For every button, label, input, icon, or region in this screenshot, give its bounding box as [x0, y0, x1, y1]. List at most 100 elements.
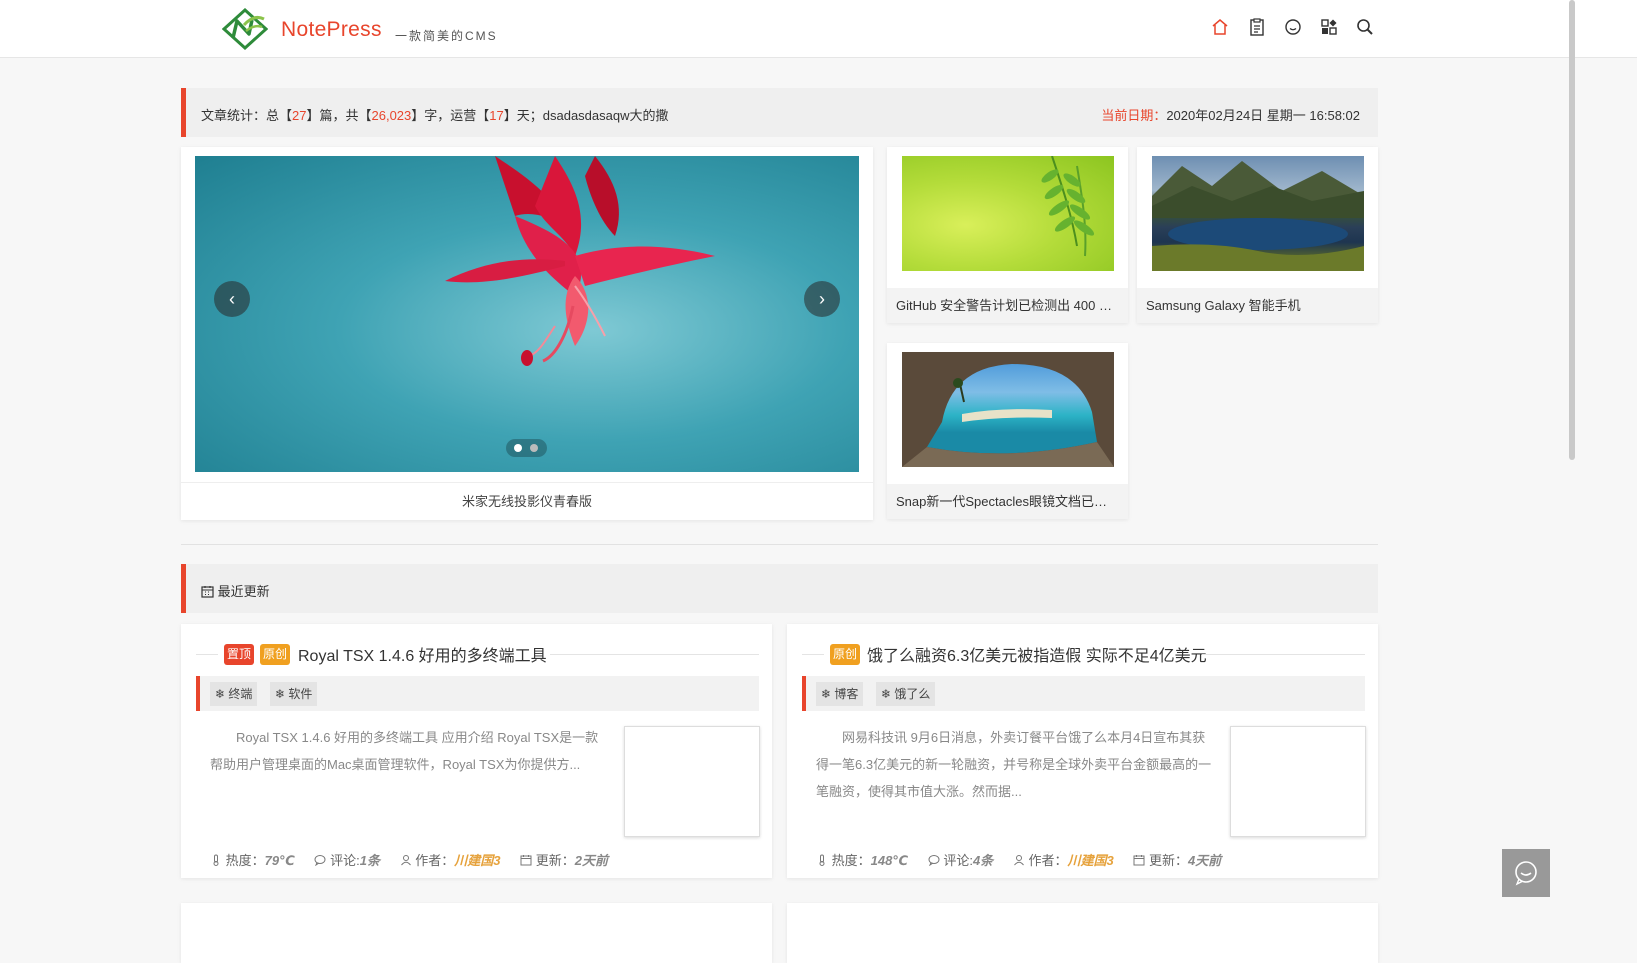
calendar-icon — [520, 855, 532, 866]
smile-icon[interactable] — [1283, 17, 1303, 37]
stats-article-count: 27 — [292, 108, 307, 123]
author-meta: 作者：川建国3 — [400, 853, 505, 868]
stats-word-count: 26,023 — [371, 108, 412, 123]
carousel-slide-image[interactable]: ‹ › — [195, 156, 859, 472]
featured-carousel: ‹ › 米家无线投影仪青春版 — [181, 147, 873, 520]
author-label: 作者： — [415, 853, 455, 868]
author-name[interactable]: 川建国3 — [1067, 853, 1113, 868]
featured-thumb-card[interactable]: Samsung Galaxy 智能手机 — [1137, 147, 1378, 323]
comments-meta: 评论:1条 — [314, 853, 383, 868]
featured-thumb-card[interactable]: Snap新一代Spectacles眼镜文档已曝光 — [887, 343, 1128, 519]
tag-terminal[interactable]: ❄ 终端 — [210, 682, 258, 706]
apps-icon[interactable] — [1319, 17, 1339, 37]
heat-meta: 热度：79℃ — [210, 853, 298, 868]
stats-prefix: 文章统计：总【 — [201, 108, 293, 123]
title-line-left — [802, 654, 824, 655]
article-thumbnail[interactable] — [1230, 726, 1366, 837]
featured-thumb-card[interactable]: GitHub 安全警告计划已检测出 400 万个漏洞 — [887, 147, 1128, 323]
article-thumbnail[interactable] — [624, 726, 760, 837]
article-title[interactable]: 饿了么融资6.3亿美元被指造假 实际不足4亿美元 — [867, 642, 1207, 666]
updated-label: 更新： — [535, 853, 575, 868]
tag-eleme[interactable]: ❄ 饿了么 — [876, 682, 936, 706]
carousel-dot[interactable] — [530, 444, 538, 452]
heat-label: 热度： — [831, 853, 871, 868]
heat-value: 79℃ — [264, 853, 295, 868]
comments-value: 1条 — [359, 853, 380, 868]
updated-label: 更新： — [1148, 853, 1188, 868]
title-line-right — [550, 654, 759, 655]
author-label: 作者： — [1028, 853, 1068, 868]
article-title-row: 置顶 原创 Royal TSX 1.4.6 好用的多终端工具 — [196, 642, 759, 666]
flower-illustration — [445, 156, 715, 366]
stats-article-suffix: 】篇，共【 — [306, 108, 372, 123]
comments-label: 评论: — [330, 853, 360, 868]
updated-meta: 更新：4天前 — [1133, 853, 1221, 868]
thermometer-icon — [213, 854, 219, 866]
document-icon[interactable] — [1247, 17, 1267, 37]
fern-illustration — [1041, 156, 1095, 257]
calendar-icon — [1133, 855, 1145, 866]
heat-value: 148℃ — [870, 853, 909, 868]
article-title-row: 原创 饿了么融资6.3亿美元被指造假 实际不足4亿美元 — [802, 642, 1365, 666]
author-meta: 作者：川建国3 — [1013, 853, 1118, 868]
mountain-lake-image[interactable] — [1152, 156, 1364, 271]
top-navbar: NotePress 一款简美的CMS — [0, 0, 1637, 58]
chat-smile-icon — [1515, 861, 1537, 886]
heat-meta: 热度：148℃ — [816, 853, 912, 868]
title-line-left — [196, 654, 218, 655]
notepress-logo-icon[interactable] — [222, 8, 268, 50]
section-divider — [181, 544, 1378, 545]
article-card[interactable]: 置顶 原创 Royal TSX 1.4.6 好用的多终端工具 ❄ 终端 ❄ 软件… — [181, 624, 772, 878]
recent-updates-header: 最近更新 — [181, 564, 1378, 613]
brand-name[interactable]: NotePress — [281, 18, 382, 42]
author-name[interactable]: 川建国3 — [454, 853, 500, 868]
original-badge: 原创 — [830, 644, 861, 665]
article-card[interactable] — [181, 903, 772, 963]
updated-meta: 更新：2天前 — [520, 853, 608, 868]
site-stats-bar: 文章统计：总【27】篇，共【26,023】字，运营【17】天；dsadasdas… — [181, 88, 1378, 137]
carousel-indicators — [506, 439, 547, 457]
page-scrollbar[interactable] — [1569, 0, 1575, 460]
article-excerpt: Royal TSX 1.4.6 好用的多终端工具 应用介绍 Royal TSX是… — [210, 730, 599, 772]
article-stats: 文章统计：总【27】篇，共【26,023】字，运营【17】天；dsadasdas… — [201, 105, 668, 124]
date-value: 2020年02月24日 星期一 16:58:02 — [1166, 108, 1360, 123]
article-tags: ❄ 终端 ❄ 软件 — [196, 676, 759, 711]
thumb-caption[interactable]: Snap新一代Spectacles眼镜文档已曝光 — [887, 484, 1128, 519]
article-meta: 热度：148℃ 评论:4条 作者：川建国3 更新：4天前 — [816, 850, 1237, 869]
comments-value: 4条 — [972, 853, 994, 868]
article-card[interactable]: 原创 饿了么融资6.3亿美元被指造假 实际不足4亿美元 ❄ 博客 ❄ 饿了么 网… — [787, 624, 1378, 878]
article-title[interactable]: Royal TSX 1.4.6 好用的多终端工具 — [298, 642, 547, 666]
thermometer-icon — [819, 854, 825, 866]
tag-software[interactable]: ❄ 软件 — [270, 682, 318, 706]
date-label: 当前日期： — [1101, 108, 1167, 123]
article-card[interactable] — [787, 903, 1378, 963]
thumb-caption[interactable]: Samsung Galaxy 智能手机 — [1137, 288, 1378, 323]
title-line-right — [1202, 654, 1365, 655]
stats-days-count: 17 — [489, 108, 504, 123]
calendar-icon — [201, 586, 214, 598]
mountain-illustration — [1152, 161, 1364, 271]
thumb-caption[interactable]: GitHub 安全警告计划已检测出 400 万个漏洞 — [887, 288, 1128, 323]
updated-value: 4天前 — [1187, 853, 1222, 868]
heat-label: 热度： — [225, 853, 265, 868]
chat-button[interactable] — [1502, 849, 1550, 897]
comments-meta: 评论:4条 — [928, 853, 997, 868]
sticky-badge: 置顶 — [224, 644, 255, 665]
carousel-caption[interactable]: 米家无线投影仪青春版 — [181, 482, 873, 520]
carousel-dot-active[interactable] — [514, 444, 522, 452]
carousel-next-button[interactable]: › — [804, 281, 840, 317]
fern-leaf-image[interactable] — [902, 156, 1114, 271]
current-date: 当前日期：2020年02月24日 星期一 16:58:02 — [1101, 105, 1360, 124]
search-icon[interactable] — [1355, 17, 1375, 37]
original-badge: 原创 — [260, 644, 291, 665]
stats-word-suffix: 】字，运营【 — [411, 108, 490, 123]
carousel-prev-button[interactable]: ‹ — [214, 281, 250, 317]
home-icon[interactable] — [1210, 17, 1230, 37]
article-tags: ❄ 博客 ❄ 饿了么 — [802, 676, 1365, 711]
comment-icon — [928, 855, 940, 867]
tag-blog[interactable]: ❄ 博客 — [816, 682, 864, 706]
cave-illustration — [902, 352, 1114, 467]
comment-icon — [314, 855, 326, 867]
sea-cave-image[interactable] — [902, 352, 1114, 467]
user-icon — [1013, 855, 1024, 866]
